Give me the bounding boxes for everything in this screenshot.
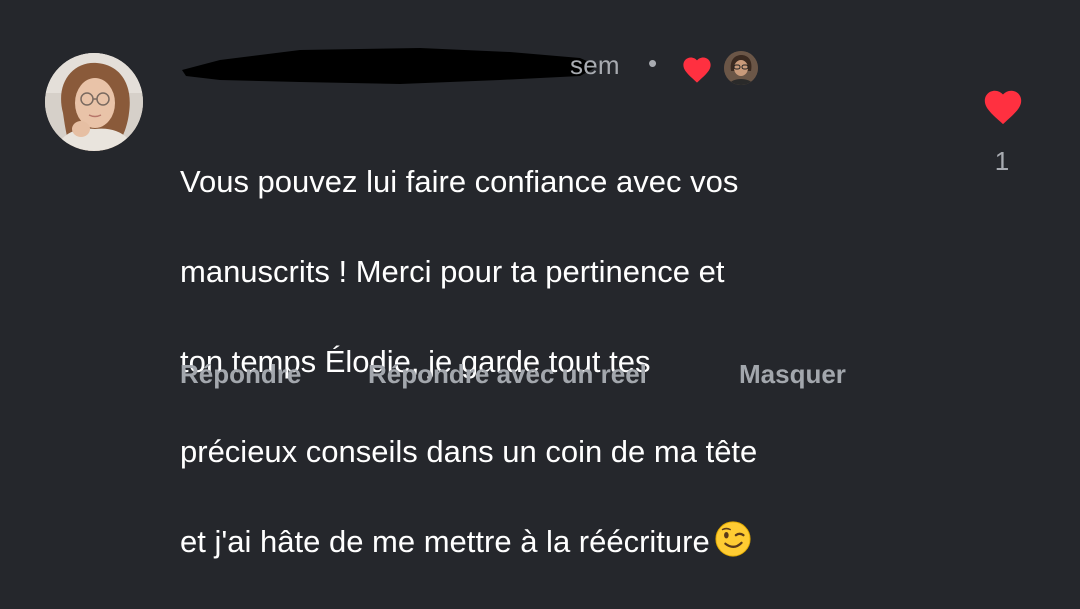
comment-item: sem • Vous pouvez lui faire confiance av… bbox=[0, 0, 1080, 559]
creator-liked-heart-icon bbox=[683, 57, 711, 83]
comment-text-line: manuscrits ! Merci pour ta pertinence et bbox=[180, 254, 725, 289]
comment-text-line-content: et j'ai hâte de me mettre à la réécritur… bbox=[180, 524, 710, 559]
separator-dot: • bbox=[648, 48, 658, 78]
winking-face-icon bbox=[715, 521, 751, 557]
comment-time: sem bbox=[570, 50, 620, 80]
author-name-redaction bbox=[180, 46, 600, 86]
reply-with-reel-button[interactable]: Répondre avec un reel bbox=[368, 359, 647, 390]
hide-button[interactable]: Masquer bbox=[739, 359, 846, 390]
creator-avatar bbox=[724, 51, 758, 85]
comment-text-line: et j'ai hâte de me mettre à la réécritur… bbox=[180, 519, 940, 564]
comment-header: sem • bbox=[180, 46, 780, 86]
commenter-avatar[interactable] bbox=[45, 53, 143, 151]
like-count[interactable]: 1 bbox=[985, 146, 1019, 177]
comment-text-line: précieux conseils dans un coin de ma têt… bbox=[180, 434, 758, 469]
reply-button[interactable]: Répondre bbox=[180, 359, 301, 390]
like-heart-icon[interactable] bbox=[981, 86, 1025, 126]
comment-text-line: Vous pouvez lui faire confiance avec vos bbox=[180, 164, 739, 199]
